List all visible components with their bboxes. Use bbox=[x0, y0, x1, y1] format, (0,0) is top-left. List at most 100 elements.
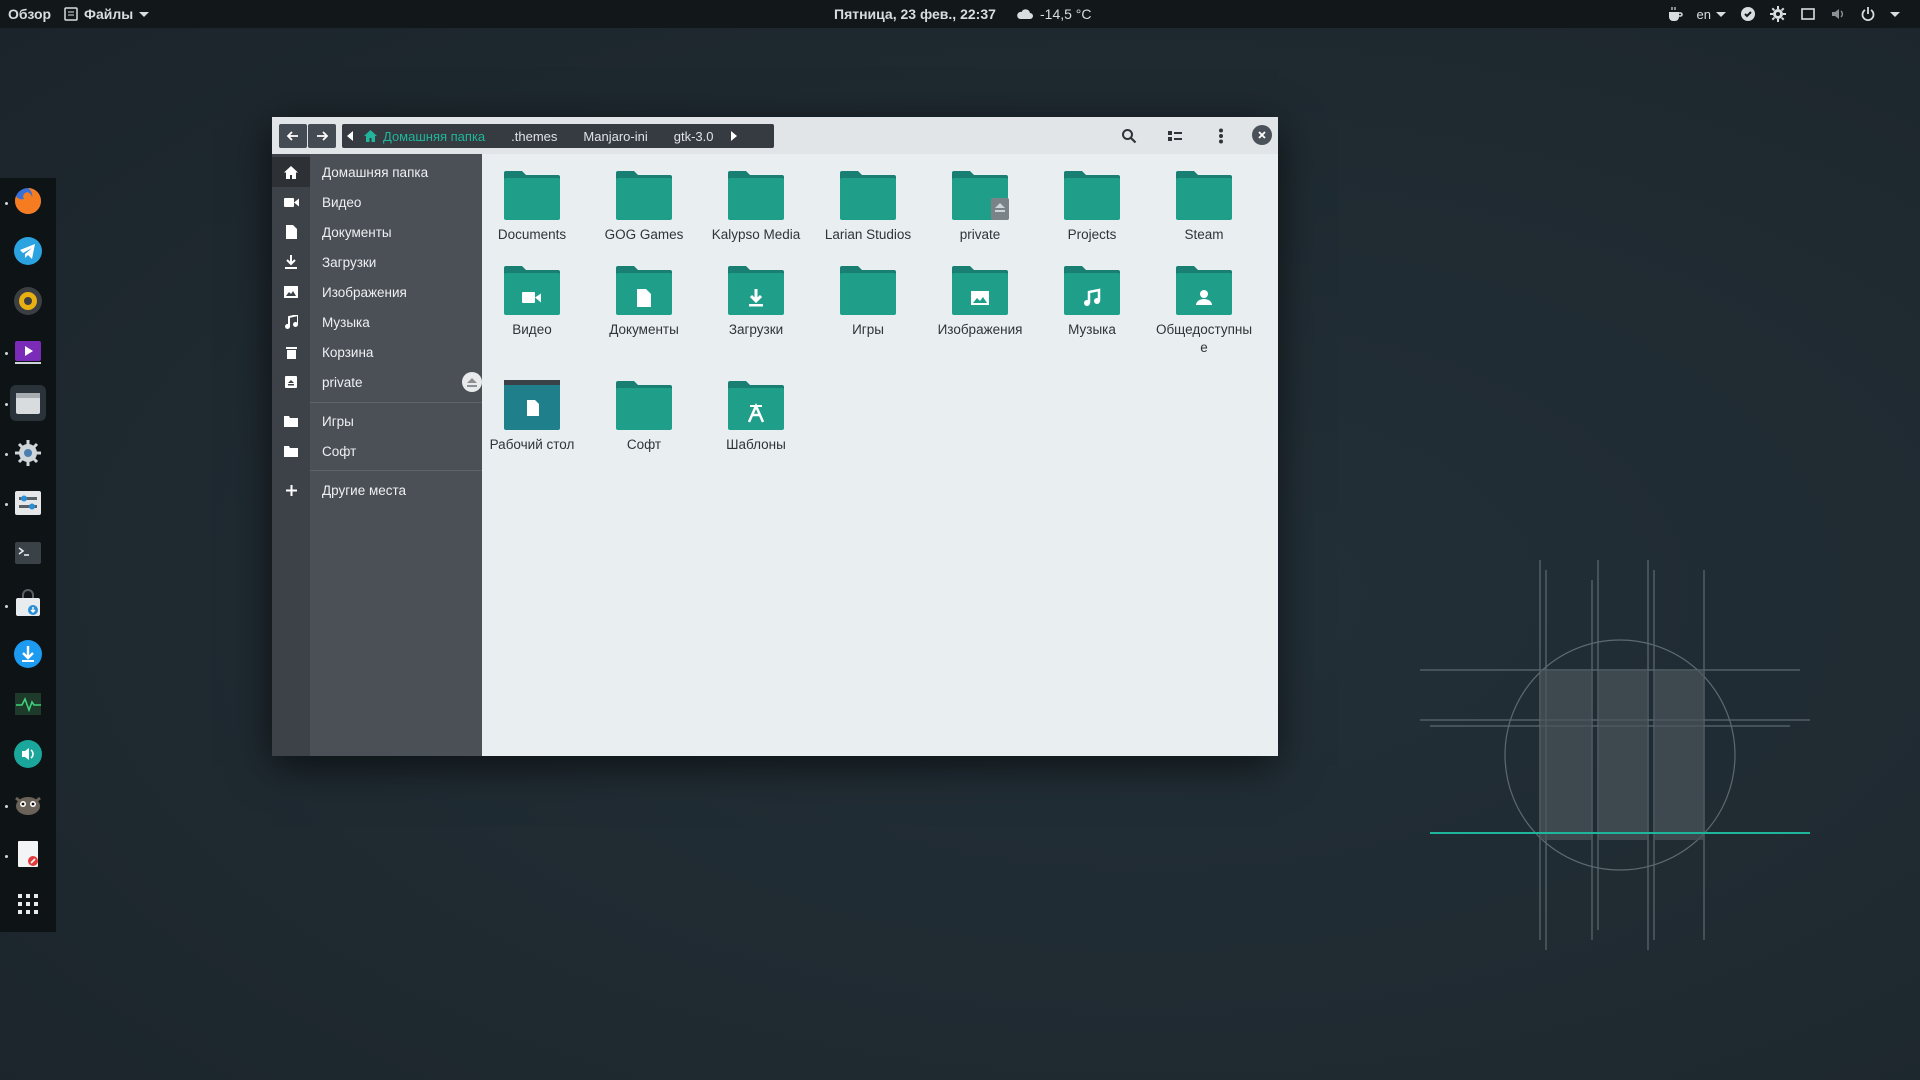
file-item[interactable]: Kalypso Media bbox=[706, 170, 806, 244]
file-name: Kalypso Media bbox=[711, 227, 801, 242]
rhythmbox-launcher[interactable] bbox=[10, 283, 46, 319]
sidebar-item-video[interactable]: Видео bbox=[272, 187, 482, 217]
app-menu-button[interactable]: Файлы bbox=[64, 0, 150, 28]
menu-button[interactable] bbox=[1211, 126, 1231, 146]
sidebar-item-documents[interactable]: Документы bbox=[272, 217, 482, 247]
software-launcher[interactable] bbox=[10, 586, 46, 622]
sidebar-item-images[interactable]: Изображения bbox=[272, 277, 482, 307]
video-icon bbox=[272, 187, 310, 217]
files-app-icon bbox=[64, 7, 78, 21]
gimp-launcher[interactable] bbox=[10, 786, 46, 822]
search-button[interactable] bbox=[1119, 126, 1139, 146]
breadcrumb-gtk[interactable]: gtk-3.0 bbox=[661, 124, 727, 148]
sidebar-item-music[interactable]: Музыка bbox=[272, 307, 482, 337]
forward-button[interactable] bbox=[308, 124, 336, 148]
file-item[interactable]: Шаблоны bbox=[706, 380, 806, 454]
file-item[interactable]: Documents bbox=[482, 170, 582, 244]
breadcrumb-themes[interactable]: .themes bbox=[498, 124, 570, 148]
eject-button[interactable] bbox=[462, 372, 482, 392]
folder-icon bbox=[616, 381, 672, 430]
path-scroll-left[interactable] bbox=[342, 124, 358, 148]
system-tray: en bbox=[1667, 0, 1900, 28]
file-name: Шаблоны bbox=[726, 437, 786, 452]
folder-icon bbox=[728, 171, 784, 220]
power-icon[interactable] bbox=[1860, 6, 1876, 22]
home-icon bbox=[364, 130, 377, 142]
vpn-shield-icon[interactable] bbox=[1740, 6, 1756, 22]
breadcrumb-home[interactable]: Домашняя папка bbox=[358, 124, 498, 148]
file-item[interactable]: Larian Studios bbox=[818, 170, 918, 244]
clock[interactable]: Пятница, 23 фев., 22:37 bbox=[834, 0, 996, 28]
file-name: Projects bbox=[1067, 227, 1117, 242]
system-monitor-launcher[interactable] bbox=[10, 686, 46, 722]
file-name: Игры bbox=[852, 322, 884, 337]
document-folder-icon bbox=[616, 266, 672, 315]
breadcrumb-manjaro-ini[interactable]: Manjaro-ini bbox=[570, 124, 660, 148]
file-item[interactable]: Общедоступные bbox=[1154, 265, 1254, 357]
folder-icon bbox=[840, 266, 896, 315]
tweaks-launcher[interactable] bbox=[10, 485, 46, 521]
sidebar-item-downloads[interactable]: Загрузки bbox=[272, 247, 482, 277]
file-item[interactable]: Софт bbox=[594, 380, 694, 454]
settings-launcher[interactable] bbox=[10, 435, 46, 471]
volume-icon[interactable] bbox=[1830, 6, 1846, 22]
download-folder-icon bbox=[728, 266, 784, 315]
coffee-icon[interactable] bbox=[1667, 6, 1683, 22]
sidebar-item-trash[interactable]: Корзина bbox=[272, 337, 482, 367]
sidebar-item-private[interactable]: private bbox=[272, 367, 482, 397]
view-toggle-button[interactable] bbox=[1165, 126, 1185, 146]
chevron-down-icon bbox=[139, 11, 150, 17]
weather-indicator[interactable]: -14,5 °C bbox=[1016, 0, 1092, 28]
window-icon[interactable] bbox=[1800, 6, 1816, 22]
sidebar-item-home[interactable]: Домашняя папка bbox=[272, 157, 482, 187]
close-icon bbox=[1258, 131, 1266, 139]
file-item[interactable]: Документы bbox=[594, 265, 694, 339]
activity-graph-icon bbox=[15, 693, 41, 715]
videos-launcher[interactable] bbox=[10, 334, 46, 370]
text-editor-icon bbox=[18, 841, 38, 867]
running-indicator bbox=[5, 202, 8, 205]
sidebar-item-other-locations[interactable]: Другие места bbox=[272, 475, 482, 505]
sidebar-item-label: Домашняя папка bbox=[322, 164, 429, 180]
clock-label: Пятница, 23 фев., 22:37 bbox=[834, 6, 996, 22]
file-item[interactable]: Рабочий стол bbox=[482, 380, 582, 454]
back-button[interactable] bbox=[279, 124, 307, 148]
file-item[interactable]: Изображения bbox=[930, 265, 1030, 339]
app-menu-label: Файлы bbox=[84, 6, 134, 22]
text-editor-launcher[interactable] bbox=[10, 836, 46, 872]
sidebar-separator bbox=[310, 402, 482, 403]
folder-icon bbox=[1064, 171, 1120, 220]
file-item[interactable]: Музыка bbox=[1042, 265, 1142, 339]
firefox-launcher[interactable] bbox=[10, 183, 46, 219]
downloader-launcher[interactable] bbox=[10, 636, 46, 672]
terminal-launcher[interactable] bbox=[10, 535, 46, 571]
files-launcher[interactable] bbox=[10, 385, 46, 421]
file-name: Загрузки bbox=[728, 322, 784, 337]
folder-icon bbox=[840, 171, 896, 220]
image-icon bbox=[272, 277, 310, 307]
overview-button[interactable]: Обзор bbox=[8, 0, 51, 28]
sidebar-item-label: Софт bbox=[322, 443, 357, 459]
file-item[interactable]: private bbox=[930, 170, 1030, 244]
file-item[interactable]: Steam bbox=[1154, 170, 1254, 244]
breadcrumb-label: .themes bbox=[511, 128, 558, 144]
file-item[interactable]: Загрузки bbox=[706, 265, 806, 339]
triangle-left-icon bbox=[347, 131, 353, 141]
telegram-launcher[interactable] bbox=[10, 233, 46, 269]
language-indicator[interactable]: en bbox=[1697, 7, 1726, 22]
sidebar-item-soft[interactable]: Софт bbox=[272, 436, 482, 466]
file-manager-icon bbox=[16, 393, 40, 414]
video-player-icon bbox=[15, 341, 41, 364]
path-scroll-right[interactable] bbox=[726, 124, 742, 148]
sidebar-item-label: Видео bbox=[322, 194, 362, 210]
file-item[interactable]: Игры bbox=[818, 265, 918, 339]
close-button[interactable] bbox=[1252, 125, 1272, 145]
chevron-down-icon[interactable] bbox=[1890, 11, 1900, 17]
gear-icon[interactable] bbox=[1770, 6, 1786, 22]
file-item[interactable]: Projects bbox=[1042, 170, 1142, 244]
sidebar-item-games[interactable]: Игры bbox=[272, 406, 482, 436]
volume-launcher[interactable] bbox=[10, 736, 46, 772]
app-grid-button[interactable] bbox=[10, 886, 46, 922]
file-item[interactable]: GOG Games bbox=[594, 170, 694, 244]
file-item[interactable]: Видео bbox=[482, 265, 582, 339]
